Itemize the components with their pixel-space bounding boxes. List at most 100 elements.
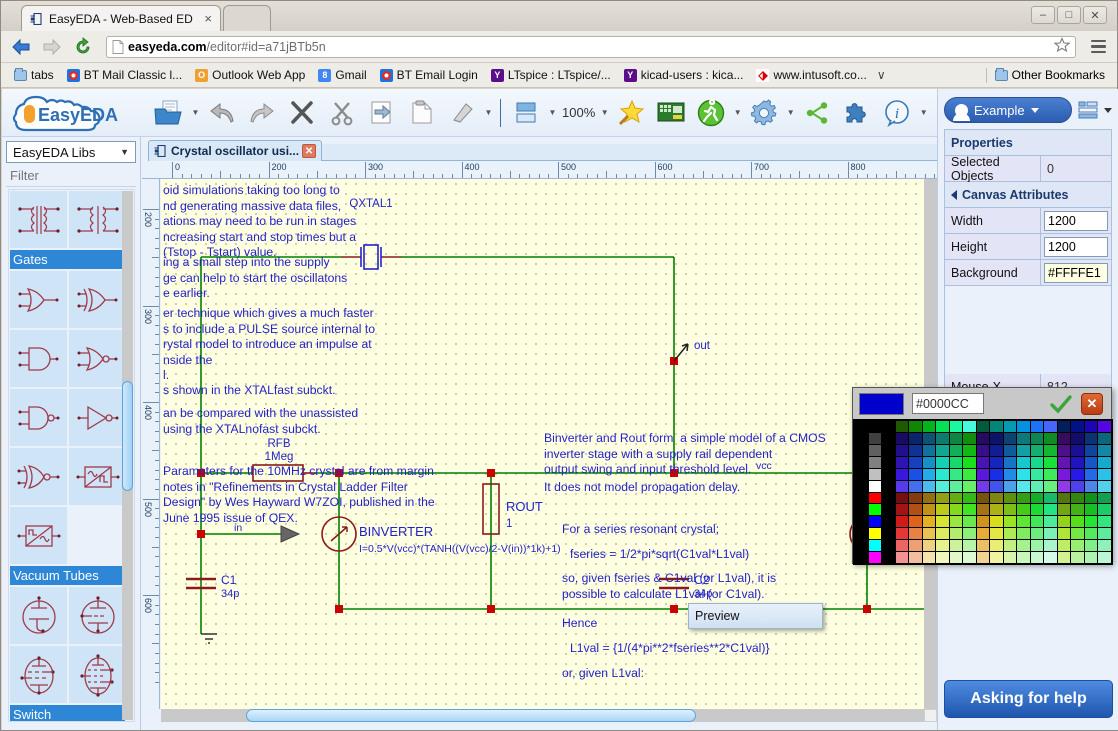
settings-button[interactable] (745, 94, 783, 132)
note-supply-step[interactable]: ing a small step into the supply ge can … (163, 255, 347, 302)
note-long-simulations[interactable]: oid simulations taking too long to nd ge… (163, 183, 356, 261)
library-item-schmitt-2[interactable] (10, 507, 67, 564)
color-swatch[interactable] (1071, 504, 1084, 516)
color-swatch[interactable] (936, 528, 949, 540)
color-swatch[interactable] (1017, 516, 1030, 528)
color-swatch[interactable] (868, 444, 882, 456)
color-swatch[interactable] (936, 516, 949, 528)
color-swatch[interactable] (895, 528, 909, 540)
color-swatch[interactable] (1057, 504, 1071, 516)
color-swatch[interactable] (868, 456, 882, 468)
color-swatch[interactable] (990, 552, 1003, 563)
color-swatch[interactable] (1030, 492, 1044, 504)
color-swatch[interactable] (882, 444, 895, 456)
forward-button[interactable] (40, 35, 64, 59)
note-given-fseries[interactable]: so, given fseries & C1val (or L1val), it… (562, 571, 776, 602)
browser-menu-button[interactable] (1087, 36, 1109, 58)
color-swatch[interactable] (1098, 444, 1111, 456)
color-swatch[interactable] (1071, 468, 1084, 480)
color-swatch[interactable] (976, 468, 990, 480)
color-swatch[interactable] (1003, 528, 1017, 540)
color-swatch[interactable] (882, 504, 895, 516)
color-swatch[interactable] (1017, 456, 1030, 468)
color-swatch[interactable] (1084, 504, 1098, 516)
color-swatch[interactable] (895, 456, 909, 468)
color-swatch[interactable] (1084, 421, 1098, 432)
color-swatch[interactable] (882, 492, 895, 504)
color-swatch[interactable] (1098, 421, 1111, 432)
library-item-tube-pentode-2[interactable] (69, 646, 126, 703)
library-section-vacuum-tubes[interactable]: Vacuum Tubes (10, 566, 125, 585)
library-item-tube-diode[interactable] (10, 587, 67, 644)
color-swatch[interactable] (949, 552, 963, 563)
color-swatch[interactable] (1057, 492, 1071, 504)
color-swatch[interactable] (1098, 552, 1111, 563)
color-swatch[interactable] (990, 432, 1003, 444)
color-swatch[interactable] (1071, 421, 1084, 432)
color-swatch[interactable] (976, 444, 990, 456)
color-swatch[interactable] (1098, 492, 1111, 504)
color-swatch[interactable] (963, 504, 976, 516)
color-swatch[interactable] (1017, 480, 1030, 492)
color-swatch[interactable] (949, 456, 963, 468)
color-swatch[interactable] (949, 444, 963, 456)
color-swatch[interactable] (1003, 504, 1017, 516)
color-swatch[interactable] (1030, 504, 1044, 516)
info-button[interactable]: i (878, 94, 916, 132)
color-swatch[interactable] (1057, 432, 1071, 444)
color-swatch[interactable] (882, 480, 895, 492)
color-swatch[interactable] (963, 468, 976, 480)
color-swatch[interactable] (1057, 528, 1071, 540)
color-swatch[interactable] (1084, 432, 1098, 444)
color-swatch[interactable] (936, 480, 949, 492)
note-l1val-formula[interactable]: L1val = {1/(4*pi**2*fseries**2*C1val)} (570, 641, 770, 657)
color-swatch[interactable] (868, 540, 882, 552)
bookmark-tabs[interactable]: tabs (9, 66, 59, 84)
color-swatch[interactable] (1030, 421, 1044, 432)
color-swatch[interactable] (1030, 444, 1044, 456)
wizard-button[interactable] (612, 94, 650, 132)
note-series-resonant[interactable]: For a series resonant crystal; (562, 522, 719, 538)
color-swatch[interactable] (1098, 504, 1111, 516)
color-swatch[interactable] (990, 504, 1003, 516)
color-swatch[interactable] (1057, 444, 1071, 456)
color-swatch[interactable] (909, 456, 922, 468)
color-swatch[interactable] (1084, 468, 1098, 480)
run-simulation-dropdown[interactable]: ▼ (732, 94, 743, 132)
library-item-inverter[interactable] (69, 389, 126, 446)
color-swatch[interactable] (855, 504, 868, 516)
color-swatch[interactable] (882, 528, 895, 540)
pcb-button[interactable] (652, 94, 690, 132)
color-swatch[interactable] (1003, 421, 1017, 432)
color-swatch[interactable] (909, 421, 922, 432)
share-button[interactable] (798, 94, 836, 132)
canvas-attributes-row[interactable]: Canvas Attributes (945, 182, 1111, 208)
color-swatch[interactable] (1044, 492, 1057, 504)
color-swatch[interactable] (936, 492, 949, 504)
color-swatch[interactable] (895, 468, 909, 480)
color-swatch[interactable] (868, 421, 882, 432)
color-swatch[interactable] (882, 421, 895, 432)
color-swatch[interactable] (936, 456, 949, 468)
color-swatch[interactable] (868, 468, 882, 480)
color-swatch[interactable] (963, 421, 976, 432)
color-swatch[interactable] (922, 552, 936, 563)
color-swatch[interactable] (1003, 456, 1017, 468)
color-swatch[interactable] (1084, 492, 1098, 504)
color-swatch[interactable] (1017, 421, 1030, 432)
color-swatch[interactable] (868, 432, 882, 444)
color-swatch[interactable] (922, 421, 936, 432)
color-swatch[interactable] (976, 528, 990, 540)
library-item-tube-triode[interactable] (69, 587, 126, 644)
color-swatch[interactable] (976, 432, 990, 444)
color-swatch[interactable] (1030, 528, 1044, 540)
color-swatch[interactable] (868, 492, 882, 504)
settings-dropdown[interactable]: ▼ (785, 94, 796, 132)
color-swatch[interactable] (1057, 552, 1071, 563)
color-swatch[interactable] (963, 540, 976, 552)
open-file-dropdown[interactable]: ▼ (190, 94, 201, 132)
color-swatch[interactable] (1030, 540, 1044, 552)
color-swatch[interactable] (1003, 552, 1017, 563)
color-swatch[interactable] (882, 516, 895, 528)
user-account-button[interactable]: Example (944, 97, 1072, 123)
